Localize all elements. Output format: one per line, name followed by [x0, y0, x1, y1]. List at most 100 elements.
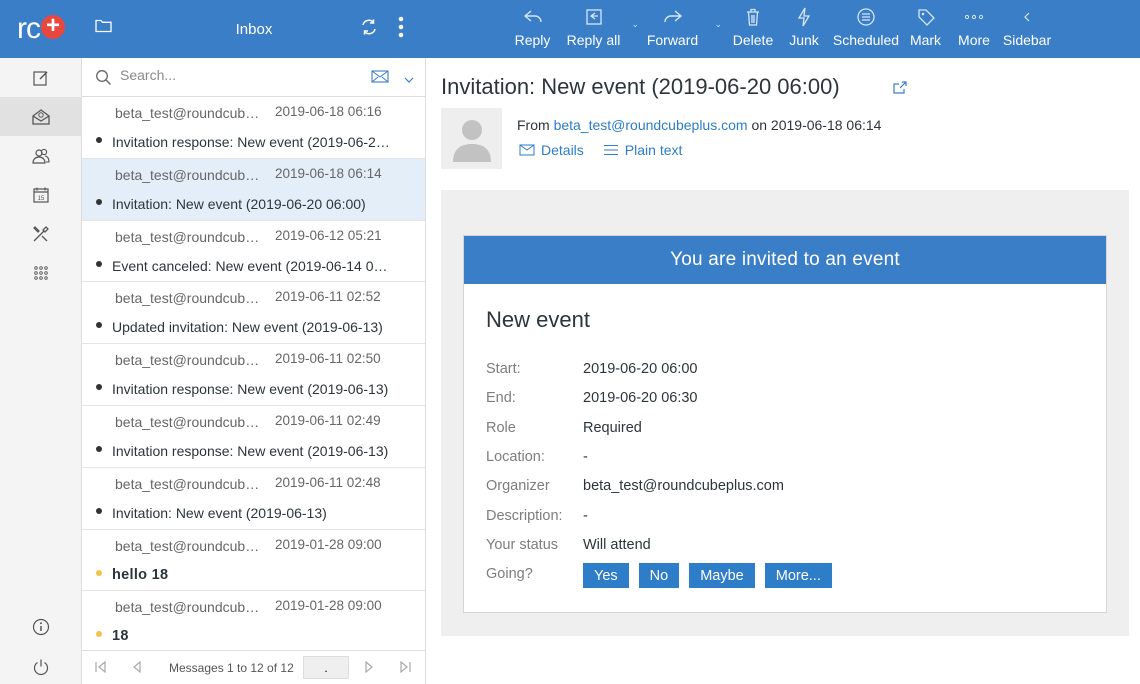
details-link[interactable]: Details: [519, 142, 584, 158]
rsvp-maybe-button[interactable]: Maybe: [689, 563, 755, 588]
event-field-value: beta_test@roundcubeplus.com: [583, 478, 784, 495]
refresh-icon[interactable]: [359, 17, 379, 42]
reply-button[interactable]: Reply: [505, 0, 560, 58]
read-dot-icon[interactable]: [96, 322, 102, 329]
search-icon[interactable]: [95, 69, 112, 91]
lightning-icon: [797, 7, 811, 27]
message-count: Messages 1 to 12 of 12: [169, 661, 294, 675]
message-subject: Invitation: New event (2019-06-13): [112, 504, 327, 521]
header-links: Details Plain text: [519, 142, 701, 158]
list-pagination: Messages 1 to 12 of 12: [82, 650, 425, 684]
calendar-day: 15: [38, 196, 45, 202]
event-field-value: Will attend: [583, 536, 651, 553]
message-row[interactable]: beta_test@roundcubeplus.com 2019-06-18 06…: [82, 158, 425, 221]
read-dot-icon[interactable]: [96, 198, 102, 205]
read-dot-icon[interactable]: [96, 445, 102, 452]
read-dot-icon[interactable]: [96, 507, 102, 514]
last-page-icon[interactable]: [398, 660, 412, 677]
read-dot-icon[interactable]: [96, 260, 102, 267]
plain-text-link[interactable]: Plain text: [603, 142, 682, 158]
event-field-value: -: [583, 507, 588, 524]
message-sender: beta_test@roundcubeplus.com: [115, 599, 265, 616]
rsvp-no-button[interactable]: No: [638, 563, 680, 588]
unread-dot-icon[interactable]: [96, 569, 102, 576]
read-dot-icon[interactable]: [96, 384, 102, 391]
rsvp-buttons: Yes No Maybe More...: [583, 563, 842, 588]
message-row[interactable]: beta_test@roundcubeplus.com 2019-06-12 05…: [82, 221, 425, 283]
nav-mail[interactable]: [0, 97, 82, 136]
more-button[interactable]: More: [939, 0, 1009, 58]
calendar-icon: 15: [33, 187, 49, 203]
unread-dot-icon[interactable]: [96, 631, 102, 638]
message-list-panel: beta_test@roundcubeplus.com 2019-06-18 06…: [82, 58, 426, 684]
event-field-label: Role: [486, 419, 516, 436]
rsvp-yes-button[interactable]: Yes: [583, 563, 629, 588]
open-external-icon[interactable]: [892, 80, 908, 100]
nav-apps[interactable]: [0, 253, 82, 292]
search-input[interactable]: [120, 67, 360, 83]
message-date: 2019-06-18 06:16: [275, 104, 382, 119]
event-field-value: 2019-06-20 06:30: [583, 390, 698, 407]
message-sender: beta_test@roundcubeplus.com: [115, 228, 265, 245]
logo-text: rc: [17, 12, 41, 45]
reply-all-label: Reply all: [566, 32, 621, 48]
message-date: 2019-01-28 09:00: [275, 536, 382, 552]
message-row[interactable]: beta_test@roundcubeplus.com 2019-06-11 02…: [82, 282, 425, 345]
message-from-line: From beta_test@roundcubeplus.com on 2019…: [517, 117, 881, 133]
sidebar-button[interactable]: Sidebar: [1003, 0, 1051, 58]
message-row[interactable]: beta_test@roundcubeplus.com 2019-06-11 02…: [82, 406, 425, 468]
read-dot-icon[interactable]: [96, 137, 102, 143]
message-sender: beta_test@roundcubeplus.com: [115, 105, 265, 121]
event-field-label: Your status: [486, 536, 559, 553]
nav-contacts[interactable]: [0, 136, 82, 175]
scheduled-button[interactable]: Scheduled: [820, 0, 912, 58]
app-logo[interactable]: rc +: [0, 0, 82, 58]
message-row[interactable]: beta_test@roundcubeplus.com 2019-06-11 02…: [82, 468, 425, 530]
nav-calendar[interactable]: 15: [0, 175, 82, 214]
mark-button[interactable]: Mark: [910, 0, 941, 58]
message-date: 2019-06-11 02:48: [275, 474, 381, 490]
next-page-icon[interactable]: [363, 660, 375, 677]
message-row[interactable]: beta_test@roundcubeplus.com 2019-06-18 06…: [82, 97, 425, 159]
event-field-label: End:: [486, 390, 516, 407]
message-view: Invitation: New event (2019-06-20 06:00)…: [426, 58, 1140, 684]
sidebar-label: Sidebar: [1002, 32, 1052, 48]
event-title: New event: [486, 307, 590, 332]
more-options-icon[interactable]: [398, 16, 404, 43]
chevron-down-icon[interactable]: [404, 71, 414, 89]
rsvp-more-button[interactable]: More...: [764, 563, 832, 588]
trash-icon: [747, 8, 759, 26]
search-bar: [82, 58, 425, 97]
delete-button[interactable]: Delete: [718, 0, 788, 58]
message-sender: beta_test@roundcubeplus.com: [115, 290, 265, 307]
delete-label: Delete: [732, 32, 774, 48]
chevron-left-icon: [1024, 12, 1030, 22]
message-subject: Invitation response: New event (2019-06-…: [112, 134, 392, 150]
envelope-filter-icon[interactable]: [371, 70, 389, 88]
junk-button[interactable]: Junk: [788, 0, 820, 58]
previous-page-icon[interactable]: [131, 660, 143, 677]
nav-settings[interactable]: [0, 214, 82, 253]
compose-icon: [33, 70, 48, 86]
message-list: beta_test@roundcubeplus.com 2019-06-18 06…: [82, 97, 425, 654]
message-subject: Invitation response: New event (2019-06-…: [112, 442, 389, 459]
nav-about[interactable]: [0, 618, 82, 636]
lines-icon: [603, 144, 618, 156]
first-page-icon[interactable]: [94, 660, 108, 677]
message-row[interactable]: beta_test@roundcubeplus.com 2019-06-11 02…: [82, 344, 425, 406]
more-label: More: [958, 32, 990, 48]
message-date: 2019-01-28 09:00: [275, 598, 382, 614]
nav-logout[interactable]: [0, 658, 82, 676]
reply-all-button[interactable]: Reply all ⌄: [560, 0, 639, 58]
event-field-label: Organizer: [486, 478, 550, 495]
page-number-input[interactable]: [303, 656, 349, 679]
sender-email-link[interactable]: beta_test@roundcubeplus.com: [554, 117, 748, 133]
event-field-label: Description:: [486, 507, 563, 524]
forward-button[interactable]: Forward ⌄: [627, 0, 722, 58]
message-row[interactable]: beta_test@roundcubeplus.com 2019-01-28 09…: [82, 530, 425, 592]
message-row[interactable]: beta_test@roundcubeplus.com 2019-01-28 09…: [82, 591, 425, 654]
nav-compose[interactable]: [0, 58, 82, 97]
invitation-banner: You are invited to an event: [464, 236, 1106, 284]
message-date: 2019-06-11 02:49: [275, 412, 381, 428]
message-subject: 18: [112, 628, 129, 645]
